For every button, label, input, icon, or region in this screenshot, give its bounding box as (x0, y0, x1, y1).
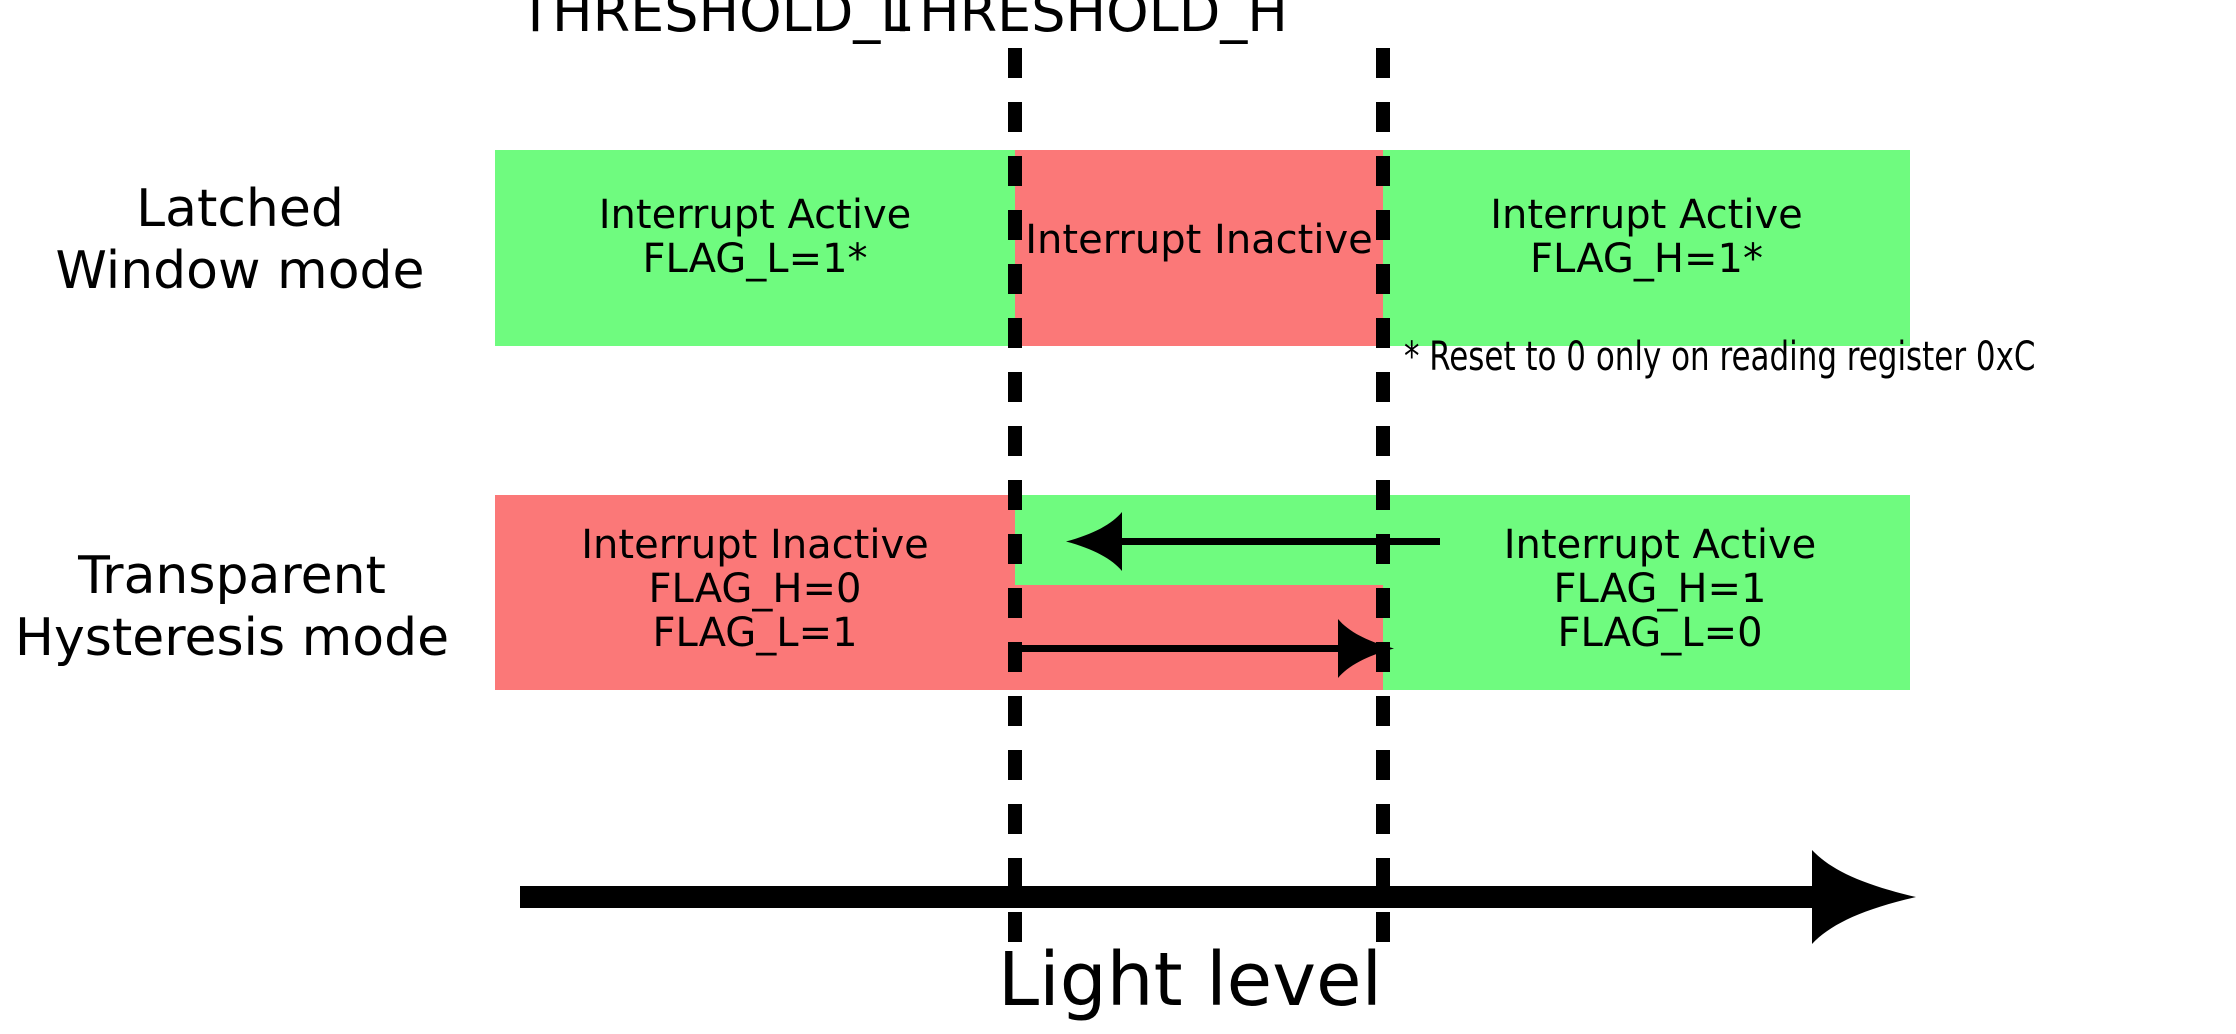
mode-label-transparent-hysteresis: Transparent Hysteresis mode (0, 545, 472, 669)
mode-label-line: Transparent (78, 546, 386, 606)
threshold-high-dashed-line (1376, 48, 1390, 958)
segment-text-line: Interrupt Inactive (581, 522, 929, 568)
footnote-reset-note: * Reset to 0 only on reading register 0x… (1404, 334, 2036, 380)
mode-label-latched-window: Latched Window mode (20, 178, 460, 302)
segment-text-line: Interrupt Active (1490, 192, 1803, 238)
segment-text-line: FLAG_L=1 (652, 610, 858, 656)
segment-text-line: Interrupt Inactive (1025, 217, 1373, 263)
segment-text-line: FLAG_L=1* (642, 236, 868, 282)
mode-label-line: Window mode (55, 241, 425, 301)
segment-text-line: FLAG_L=0 (1557, 610, 1763, 656)
latched-below-low-text: Interrupt Active FLAG_L=1* (495, 193, 1015, 281)
segment-text-line: FLAG_H=1* (1530, 236, 1763, 282)
segment-text-line: Interrupt Active (1503, 522, 1817, 568)
threshold-high-label: THRESHOLD_H (886, 0, 1288, 44)
mode-label-line: Latched (136, 179, 344, 239)
hyst-below-low-text: Interrupt Inactive FLAG_H=0 FLAG_L=1 (495, 523, 1015, 655)
segment-text-line: FLAG_H=0 (648, 566, 862, 612)
rising-light-arrow (1020, 619, 1394, 678)
threshold-low-label: THRESHOLD_L (519, 0, 911, 44)
axis-caption-light-level: Light level (997, 937, 1383, 1023)
latched-between-text: Interrupt Inactive (1005, 218, 1393, 262)
threshold-low-dashed-line (1008, 48, 1022, 958)
segment-text-line: FLAG_H=1 (1553, 566, 1767, 612)
hyst-above-high-text: Interrupt Active FLAG_H=1 FLAG_L=0 (1410, 523, 1910, 655)
light-level-axis-arrow (520, 850, 1916, 944)
segment-text-line: Interrupt Active (598, 192, 912, 238)
diagram-canvas: THRESHOLD_L THRESHOLD_H Latched Window m… (0, 0, 2236, 1034)
mode-label-line: Hysteresis mode (14, 608, 450, 668)
latched-above-high-text: Interrupt Active FLAG_H=1* (1383, 193, 1910, 281)
